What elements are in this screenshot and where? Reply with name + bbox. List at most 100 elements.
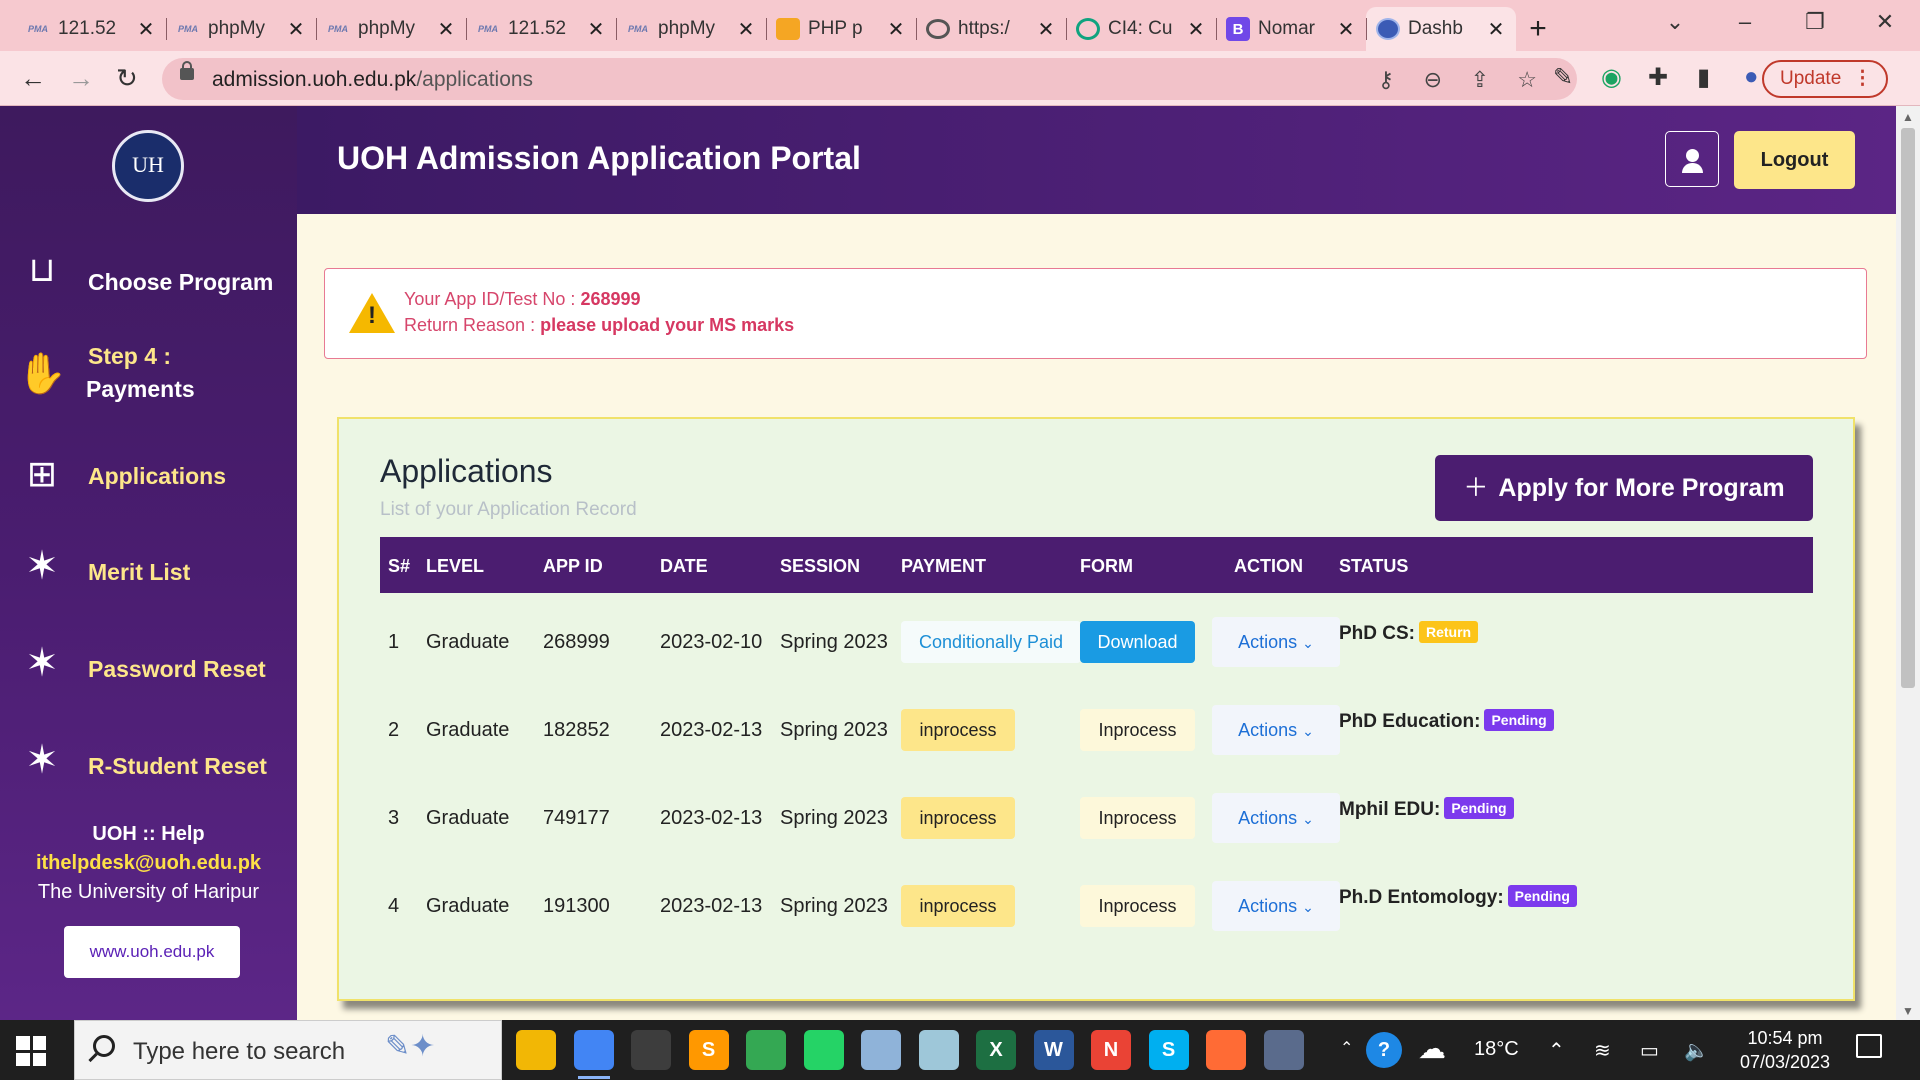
tab-active[interactable]: Dashb ✕ xyxy=(1366,7,1516,51)
excel-icon[interactable]: X xyxy=(976,1030,1016,1070)
share-icon[interactable]: ⇪ xyxy=(1471,67,1489,93)
new-tab-button[interactable]: + xyxy=(1516,7,1560,51)
tab-title: Nomar xyxy=(1258,18,1316,39)
actions-dropdown[interactable]: Actions ⌄ xyxy=(1212,617,1340,667)
page-scrollbar[interactable]: ▲ ▼ xyxy=(1896,106,1920,1020)
close-tab-icon[interactable]: ✕ xyxy=(586,17,606,42)
scrollbar-thumb[interactable] xyxy=(1901,128,1915,688)
password-key-icon[interactable]: ⚷ xyxy=(1378,67,1394,93)
user-profile-button[interactable] xyxy=(1665,131,1719,187)
close-tab-icon[interactable]: ✕ xyxy=(736,17,756,42)
browser-tab[interactable]: PMA 121.52 ✕ xyxy=(466,7,616,51)
file-explorer-icon[interactable] xyxy=(516,1030,556,1070)
minimize-button[interactable]: – xyxy=(1710,0,1780,44)
chrome-n-icon[interactable]: N xyxy=(1091,1030,1131,1070)
form-status: Inprocess xyxy=(1080,797,1195,839)
close-tab-icon[interactable]: ✕ xyxy=(886,17,906,42)
wifi-icon[interactable]: ≋ xyxy=(1594,1038,1611,1063)
volume-icon[interactable]: 🔈 xyxy=(1684,1038,1709,1063)
temperature-text[interactable]: 18°C xyxy=(1474,1038,1519,1061)
browser-tab-strip: PMA 121.52 ✕ PMA phpMy ✕ PMA phpMy ✕ PMA 121.52 ✕ PM… xyxy=(0,0,1920,51)
address-bar[interactable]: admission.uoh.edu.pk/applications ☆ ⇪ ⊖ … xyxy=(162,58,1577,100)
bookmark-star-icon[interactable]: ☆ xyxy=(1517,67,1537,93)
close-tab-icon[interactable]: ✕ xyxy=(1486,17,1506,42)
close-tab-icon[interactable]: ✕ xyxy=(1336,17,1356,42)
sidebar-item-r-student-reset[interactable]: ✶ R-Student Reset xyxy=(0,730,297,800)
tab-search-chevron-icon[interactable]: ⌄ xyxy=(1640,0,1710,44)
download-form-button[interactable]: Download xyxy=(1080,621,1195,663)
extensions-puzzle-icon[interactable]: ✚ xyxy=(1648,63,1668,92)
monitor-app-icon[interactable] xyxy=(861,1030,901,1070)
lock-icon[interactable] xyxy=(180,61,194,80)
tab-title: https:/ xyxy=(958,18,1010,39)
help-email-link[interactable]: ithelpdesk@uoh.edu.pk xyxy=(0,849,297,878)
browser-tab[interactable]: https:/ ✕ xyxy=(916,7,1066,51)
apply-more-program-button[interactable]: ＋ Apply for More Program xyxy=(1435,455,1813,521)
calculator-icon[interactable] xyxy=(1263,1030,1304,1070)
close-tab-icon[interactable]: ✕ xyxy=(1186,17,1206,42)
forward-button[interactable]: → xyxy=(68,63,94,94)
close-tab-icon[interactable]: ✕ xyxy=(436,17,456,42)
sublime-text-icon[interactable]: S xyxy=(688,1030,729,1070)
side-panel-icon[interactable]: ▮ xyxy=(1697,63,1710,92)
sidebar-item-label: Merit List xyxy=(88,559,191,585)
sidebar-item-applications[interactable]: ⊞ Applications xyxy=(0,438,297,508)
browser-tab[interactable]: PMA 121.52 ✕ xyxy=(16,7,166,51)
back-button[interactable]: ← xyxy=(20,63,46,94)
store-lock-icon[interactable] xyxy=(631,1030,671,1070)
chevron-down-icon: ⌄ xyxy=(1302,811,1314,827)
tray-overflow-chevron-icon[interactable]: ⌃ xyxy=(1340,1038,1353,1058)
scroll-up-arrow-icon[interactable]: ▲ xyxy=(1902,110,1914,124)
browser-tab[interactable]: PMA phpMy ✕ xyxy=(166,7,316,51)
close-tab-icon[interactable]: ✕ xyxy=(286,17,306,42)
help-title: UOH :: Help xyxy=(92,823,205,845)
actions-dropdown[interactable]: Actions ⌄ xyxy=(1212,705,1340,755)
chevron-down-icon: ⌄ xyxy=(1302,899,1314,915)
battery-icon[interactable]: ▭ xyxy=(1640,1038,1659,1063)
taskbar-clock[interactable]: 10:54 pm 07/03/2023 xyxy=(1730,1026,1840,1074)
menu-dots-icon[interactable]: ⋮ xyxy=(1853,62,1872,96)
notes-app-icon[interactable] xyxy=(918,1030,959,1070)
zoom-icon[interactable]: ⊖ xyxy=(1424,67,1442,93)
scroll-down-arrow-icon[interactable]: ▼ xyxy=(1902,1004,1914,1018)
payment-status[interactable]: Conditionally Paid xyxy=(901,621,1081,663)
start-button[interactable] xyxy=(16,1036,46,1066)
grammarly-icon[interactable]: ◉ xyxy=(1601,63,1622,92)
brush-app-icon[interactable] xyxy=(1206,1030,1246,1070)
browser-tab[interactable]: CI4: Cu ✕ xyxy=(1066,7,1216,51)
tray-up-icon[interactable]: ⌃ xyxy=(1548,1038,1565,1063)
column-header: FORM xyxy=(1080,556,1133,576)
profile-avatar-icon[interactable]: ● xyxy=(1744,63,1759,91)
extension-pen-icon[interactable]: ✎ xyxy=(1553,63,1573,92)
sidebar-item-password-reset[interactable]: ✶ Password Reset xyxy=(0,633,297,703)
whatsapp-icon[interactable] xyxy=(803,1030,844,1070)
logout-button[interactable]: Logout xyxy=(1734,131,1855,189)
close-window-button[interactable]: ✕ xyxy=(1850,0,1920,44)
actions-dropdown[interactable]: Actions ⌄ xyxy=(1212,881,1340,931)
actions-dropdown[interactable]: Actions ⌄ xyxy=(1212,793,1340,843)
close-tab-icon[interactable]: ✕ xyxy=(1036,17,1056,42)
taskbar-search[interactable]: Type here to search ✎✦ xyxy=(74,1020,502,1080)
browser-tab[interactable]: PHP p ✕ xyxy=(766,7,916,51)
status-badge: Return xyxy=(1419,621,1479,643)
reload-button[interactable]: ↻ xyxy=(116,63,138,94)
sidebar-item-payments[interactable]: ✋ Step 4 : Payments xyxy=(0,334,297,418)
word-icon[interactable]: W xyxy=(1033,1030,1074,1070)
close-tab-icon[interactable]: ✕ xyxy=(136,17,156,42)
sidebar-item-choose-program[interactable]: ⊔ Choose Program xyxy=(0,251,297,322)
browser-tab[interactable]: B Nomar ✕ xyxy=(1216,7,1366,51)
chrome-profile-icon[interactable] xyxy=(573,1030,614,1079)
skype-icon[interactable]: S xyxy=(1148,1030,1189,1070)
browser-tab[interactable]: PMA phpMy ✕ xyxy=(316,7,466,51)
cell-app-id: 268999 xyxy=(543,631,610,653)
weather-cloud-icon[interactable]: ☁ xyxy=(1418,1032,1446,1065)
help-app-icon[interactable]: ? xyxy=(1366,1032,1402,1068)
browser-tab[interactable]: PMA phpMy ✕ xyxy=(616,7,766,51)
chrome-icon[interactable] xyxy=(746,1030,786,1070)
university-logo[interactable]: UH xyxy=(112,130,184,202)
restore-button[interactable]: ❐ xyxy=(1780,0,1850,44)
website-button[interactable]: www.uoh.edu.pk xyxy=(64,926,240,978)
sidebar-item-merit-list[interactable]: ✶ Merit List xyxy=(0,536,297,606)
notification-center-icon[interactable] xyxy=(1856,1034,1882,1058)
update-button[interactable]: Update ⋮ xyxy=(1762,60,1888,98)
